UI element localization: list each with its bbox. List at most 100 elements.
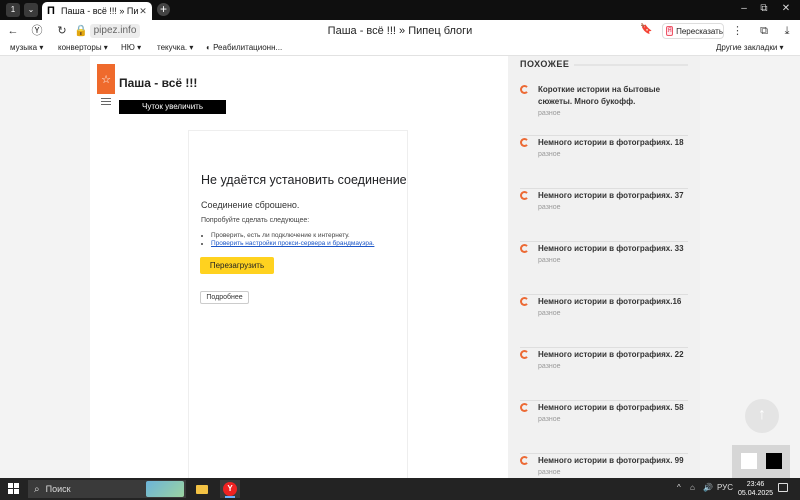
taskbar-search[interactable]: ⌕ Поиск	[28, 480, 186, 498]
story-title[interactable]: Немного истории в фотографиях. 33	[538, 243, 688, 255]
retell-label: Пересказать	[676, 26, 723, 36]
language-indicator[interactable]: РУС	[717, 483, 733, 492]
zoom-button[interactable]: Чуток увеличить	[119, 100, 226, 114]
network-icon[interactable]: ⌂	[690, 483, 695, 492]
story-category[interactable]: разное	[538, 416, 561, 423]
collections-icon[interactable]: ⧉	[757, 24, 771, 38]
tray-chevron-icon[interactable]: ^	[677, 483, 681, 492]
browser-tab[interactable]: П Паша - всё !!! » Пипец блоги ✕	[42, 2, 152, 20]
story-icon	[520, 403, 529, 412]
retell-button[interactable]: Я Пересказать	[662, 23, 724, 39]
similar-heading: ПОХОЖЕЕ	[520, 59, 570, 69]
suggestion-check-internet: Проверить, есть ли подключение к интерне…	[211, 232, 374, 239]
list-item[interactable]: Немного истории в фотографиях. 58 разное	[520, 402, 688, 455]
clock[interactable]: 23:46 05.04.2025	[738, 480, 773, 498]
story-icon	[520, 456, 529, 465]
story-category[interactable]: разное	[538, 257, 561, 264]
search-highlight-image	[146, 481, 184, 497]
close-window-icon[interactable]: ✕	[779, 3, 793, 14]
list-item[interactable]: Немного истории в фотографиях. 33 разное	[520, 243, 688, 296]
story-icon	[520, 350, 529, 359]
notifications-icon[interactable]	[778, 483, 788, 492]
story-icon	[520, 297, 529, 306]
bookmarks-bar: музыка ▾ конверторы ▾ НЮ ▾ текучка. ▾ ◐ …	[0, 42, 800, 56]
reload-button[interactable]: Перезагрузить	[200, 257, 274, 274]
minimize-icon[interactable]: –	[737, 3, 751, 14]
bookmark-rehab[interactable]: ◐ Реабилитационн...	[206, 43, 282, 52]
tab-counter-button[interactable]: 1	[6, 3, 20, 17]
bookmark-site-icon: ◐	[206, 43, 214, 52]
story-category[interactable]: разное	[538, 363, 561, 370]
story-category[interactable]: разное	[538, 151, 561, 158]
list-item[interactable]: Короткие истории на бытовые сюжеты. Мног…	[520, 84, 688, 137]
similar-divider	[574, 64, 688, 66]
downloads-icon[interactable]: ⤓	[780, 24, 794, 38]
lock-icon[interactable]: 🔒	[74, 24, 88, 38]
list-item[interactable]: Немного истории в фотографиях. 18 разное	[520, 137, 688, 190]
blog-title[interactable]: Паша - всё !!!	[119, 76, 197, 90]
menu-icon[interactable]	[101, 98, 111, 107]
yandex-icon[interactable]: Ⓨ	[30, 24, 44, 38]
story-title[interactable]: Короткие истории на бытовые сюжеты. Мног…	[538, 84, 688, 108]
story-category[interactable]: разное	[538, 310, 561, 317]
similar-sidebar: ПОХОЖЕЕ Короткие истории на бытовые сюже…	[508, 56, 700, 478]
more-menu-icon[interactable]: ⋮	[732, 24, 743, 37]
address-page-title[interactable]: Паша - всё !!! » Пипец блоги	[250, 24, 550, 38]
search-icon: ⌕	[34, 483, 40, 495]
story-title[interactable]: Немного истории в фотографиях. 99	[538, 455, 688, 467]
domain-label[interactable]: pipez.info	[90, 24, 140, 38]
file-explorer-icon[interactable]	[192, 480, 212, 498]
reload-icon[interactable]: ↻	[55, 24, 69, 38]
scroll-to-top-button[interactable]: ↑	[745, 399, 779, 433]
yandex-browser-taskbar-icon[interactable]: Y	[220, 480, 240, 498]
story-title[interactable]: Немного истории в фотографиях. 58	[538, 402, 688, 414]
details-button[interactable]: Подробнее	[200, 291, 249, 304]
bookmark-icon[interactable]: 🔖	[640, 24, 652, 35]
suggestion-proxy: Проверить настройки прокси-сервера и бра…	[211, 240, 374, 247]
tab-list-chevron-icon[interactable]: ⌄	[24, 3, 38, 17]
list-item[interactable]: Немного истории в фотографиях. 99 разное	[520, 455, 688, 478]
error-frame: Не удаётся установить соединение с с Сое…	[189, 131, 407, 478]
list-item[interactable]: Немного истории в фотографиях. 22 разное	[520, 349, 688, 402]
black-theme-button[interactable]	[766, 453, 782, 469]
story-icon	[520, 244, 529, 253]
tab-strip: 1 ⌄ П Паша - всё !!! » Пипец блоги ✕ + –…	[0, 0, 800, 20]
story-title[interactable]: Немного истории в фотографиях. 22	[538, 349, 688, 361]
list-item[interactable]: Немного истории в фотографиях.16 разное	[520, 296, 688, 349]
volume-icon[interactable]: 🔊	[703, 483, 713, 492]
story-title[interactable]: Немного истории в фотографиях.16	[538, 296, 688, 308]
tab-close-icon[interactable]: ✕	[138, 6, 148, 17]
restore-icon[interactable]: ⧉	[757, 3, 771, 14]
windows-start-icon[interactable]	[8, 483, 19, 494]
tab-favicon-icon: П	[47, 5, 55, 17]
story-icon	[520, 85, 529, 94]
list-item[interactable]: Немного истории в фотографиях. 37 разное	[520, 190, 688, 243]
story-title[interactable]: Немного истории в фотографиях. 18	[538, 137, 688, 149]
main-column: ☆ Паша - всё !!! Чуток увеличить Не удаё…	[90, 56, 508, 478]
story-title[interactable]: Немного истории в фотографиях. 37	[538, 190, 688, 202]
other-bookmarks[interactable]: Другие закладки ▾	[716, 43, 784, 52]
back-icon[interactable]: ←	[6, 24, 20, 38]
retell-logo-icon: Я	[666, 26, 674, 36]
address-bar: ← Ⓨ ↻ 🔒 pipez.info Паша - всё !!! » Пипе…	[0, 20, 800, 42]
new-tab-button[interactable]: +	[157, 3, 170, 16]
error-subheading: Соединение сброшено.	[201, 200, 300, 210]
story-category[interactable]: разное	[538, 110, 561, 117]
proxy-settings-link[interactable]: Проверить настройки прокси-сервера и бра…	[211, 240, 374, 247]
error-heading: Не удаётся установить соединение с с	[201, 173, 407, 187]
story-icon	[520, 138, 529, 147]
story-category[interactable]: разное	[538, 469, 561, 476]
taskbar: ⌕ Поиск Y ^ ⌂ 🔊 РУС 23:46 05.04.2025	[0, 478, 800, 500]
taskbar-search-label: Поиск	[45, 484, 71, 494]
arrow-up-icon: ↑	[758, 406, 766, 423]
star-icon[interactable]: ☆	[97, 64, 115, 94]
bookmark-folder-current[interactable]: текучка. ▾	[157, 43, 193, 52]
story-category[interactable]: разное	[538, 204, 561, 211]
similar-list: Короткие истории на бытовые сюжеты. Мног…	[520, 84, 688, 478]
page-viewport: ☆ Паша - всё !!! Чуток увеличить Не удаё…	[0, 56, 800, 478]
bookmark-folder-music[interactable]: музыка ▾	[10, 43, 43, 52]
contrast-switcher	[732, 445, 790, 478]
bookmark-folder-nu[interactable]: НЮ ▾	[121, 43, 141, 52]
bookmark-folder-converters[interactable]: конверторы ▾	[58, 43, 108, 52]
white-theme-button[interactable]	[741, 453, 757, 469]
